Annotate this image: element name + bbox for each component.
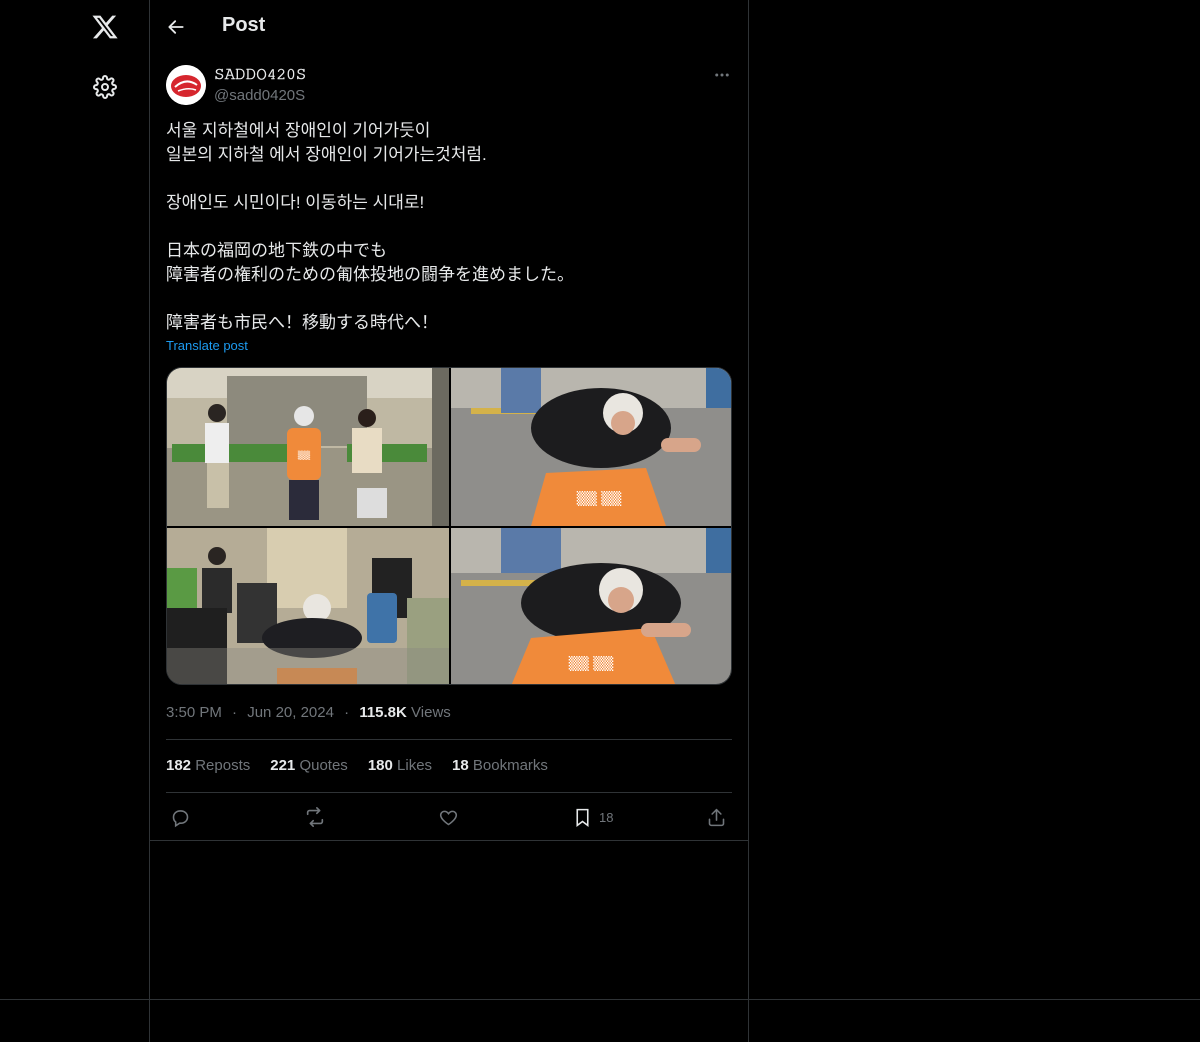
photo-2[interactable]: ▒▒ ▒▒ xyxy=(451,368,731,526)
page-title: Post xyxy=(222,14,266,36)
likes-stat[interactable]: 180 Likes xyxy=(368,757,432,774)
photo-3[interactable] xyxy=(167,528,449,684)
translate-post-link[interactable]: Translate post xyxy=(166,338,248,353)
svg-text:▒▒ ▒▒: ▒▒ ▒▒ xyxy=(577,490,623,507)
share-button[interactable] xyxy=(706,806,727,828)
post-text: 서울 지하철에서 장애인이 기어가듯이 일본의 지하철 에서 장애인이 기어가는… xyxy=(166,121,574,332)
author-name[interactable]: 𝚂𝙰𝙳𝙳𝙾𝟺𝟸𝟶𝚂 xyxy=(214,66,306,83)
reposts-stat[interactable]: 182 Reposts xyxy=(166,757,250,774)
bottom-divider xyxy=(0,999,1200,1000)
right-column-border xyxy=(748,0,749,1042)
repost-button[interactable] xyxy=(304,806,326,828)
engagement-stats: 182 Reposts 221 Quotes 180 Likes 18 Book… xyxy=(166,757,568,774)
author-handle[interactable]: @sadd0420S xyxy=(214,87,305,104)
post-bottom-divider xyxy=(149,840,749,841)
more-options-icon[interactable] xyxy=(710,64,734,86)
x-logo-icon[interactable] xyxy=(88,10,122,44)
meta-separator: · xyxy=(232,704,238,721)
share-icon xyxy=(708,808,725,826)
left-column-border xyxy=(149,0,150,1042)
reply-button[interactable] xyxy=(170,806,191,828)
media-grid: ▒▒ ▒▒ ▒▒ ▒▒ ▒▒ xyxy=(166,367,732,685)
views-count: 115.8K xyxy=(359,704,407,721)
settings-gear-icon[interactable] xyxy=(90,72,120,102)
bookmarks-stat[interactable]: 18 Bookmarks xyxy=(452,757,548,774)
photo-4[interactable]: ▒▒ ▒▒ xyxy=(451,528,731,684)
bookmark-button[interactable]: 18 xyxy=(572,806,613,828)
back-arrow-icon[interactable] xyxy=(162,13,190,41)
like-button[interactable] xyxy=(438,806,459,828)
stats-bottom-divider xyxy=(166,792,732,793)
stats-top-divider xyxy=(166,739,732,740)
svg-text:▒▒: ▒▒ xyxy=(298,450,311,460)
views-label: Views xyxy=(411,704,451,721)
bookmark-icon xyxy=(576,808,589,827)
post-date[interactable]: Jun 20, 2024 xyxy=(247,704,334,721)
avatar[interactable] xyxy=(166,65,206,105)
quotes-stat[interactable]: 221 Quotes xyxy=(270,757,348,774)
post-time[interactable]: 3:50 PM xyxy=(166,704,222,721)
svg-text:▒▒ ▒▒: ▒▒ ▒▒ xyxy=(569,655,615,672)
post-meta: 3:50 PM · Jun 20, 2024 · 115.8K Views xyxy=(166,704,451,721)
meta-separator: · xyxy=(344,704,350,721)
reply-icon xyxy=(172,809,189,827)
bookmark-count: 18 xyxy=(599,809,614,825)
heart-icon xyxy=(439,810,458,825)
photo-1[interactable]: ▒▒ xyxy=(167,368,449,526)
repost-icon xyxy=(306,807,324,827)
